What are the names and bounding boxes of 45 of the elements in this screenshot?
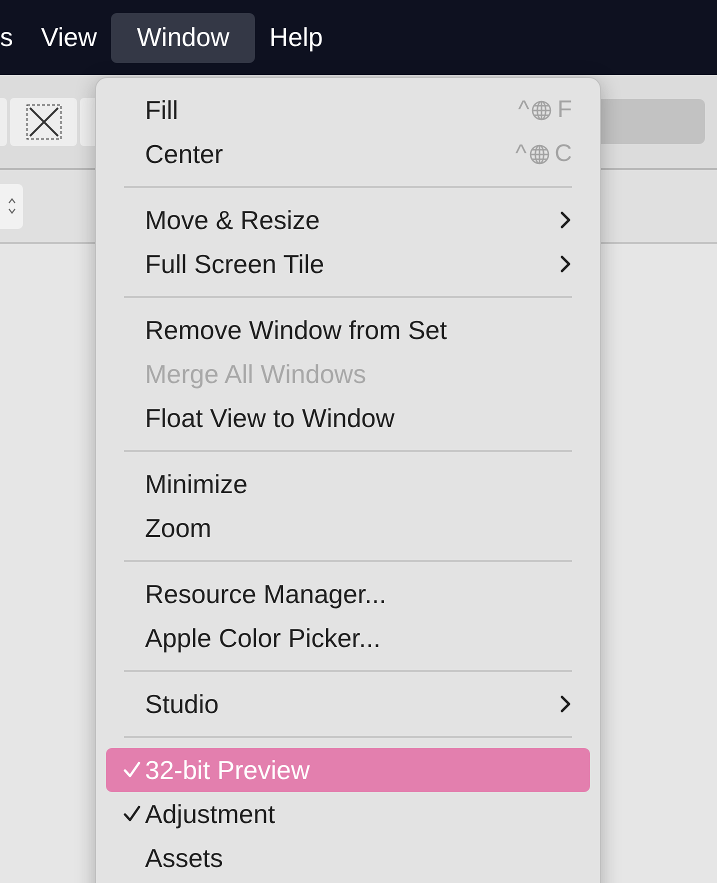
menu-item[interactable]: Minimize (106, 462, 590, 506)
menu-item[interactable]: Zoom (106, 506, 590, 550)
menu-item-label: Assets (145, 842, 224, 874)
menu-item[interactable]: Resource Manager... (106, 572, 590, 616)
chevron-right-icon (560, 211, 572, 229)
shortcut-key: F (557, 92, 572, 128)
menu-item-label: 32-bit Preview (145, 754, 310, 786)
chevron-right-icon (560, 695, 572, 713)
menu-item[interactable]: Center ^ C (106, 132, 590, 176)
menu-item[interactable]: Assets (106, 836, 590, 880)
menu-item-label: Zoom (145, 512, 212, 544)
control-key-symbol: ^ (515, 139, 527, 169)
up-down-arrows-icon (6, 196, 16, 216)
menu-item[interactable]: Remove Window from Set (106, 308, 590, 352)
menu-item-label: Remove Window from Set (145, 314, 447, 346)
menu-item[interactable]: Apple Color Picker... (106, 616, 590, 660)
menu-item-label: Center (145, 138, 224, 170)
menu-item-label: Move & Resize (145, 204, 320, 236)
menu-item-label: Apple Color Picker... (145, 622, 381, 654)
menu-item-label: Resource Manager... (145, 578, 386, 610)
menu-bar-item[interactable]: Help (255, 12, 337, 62)
menu-item[interactable]: Full Screen Tile (106, 242, 590, 286)
menu-item[interactable]: Float View to Window (106, 396, 590, 440)
menu-item[interactable]: Fill ^ F (106, 88, 590, 132)
menu-item-label: Full Screen Tile (145, 248, 324, 280)
stepper[interactable] (0, 184, 23, 228)
globe-icon (528, 144, 550, 164)
toolbar-button[interactable] (10, 98, 77, 146)
menu-bar-item[interactable]: Window (110, 12, 256, 62)
menu-item-label: Adjustment (145, 798, 276, 830)
menu-item[interactable]: Studio (106, 682, 590, 726)
menu-bar-item[interactable]: s (0, 12, 27, 62)
chevron-right-icon (560, 255, 572, 273)
globe-icon (531, 100, 552, 120)
menu-item[interactable]: Adjustment (106, 792, 590, 836)
control-key-symbol: ^ (518, 95, 530, 125)
menu-bar-item[interactable]: View (27, 12, 111, 62)
menu-item-label: Merge All Windows (145, 358, 366, 390)
menu-item[interactable]: Move & Resize (106, 198, 590, 242)
menu-item-label: Fill (145, 94, 178, 126)
shortcut-key: C (554, 136, 572, 172)
menu-item-label: Studio (145, 688, 219, 720)
dashed-cross-icon (26, 104, 62, 140)
menu-item-label: Minimize (145, 468, 248, 500)
menu-item-label: Float View to Window (145, 402, 395, 434)
